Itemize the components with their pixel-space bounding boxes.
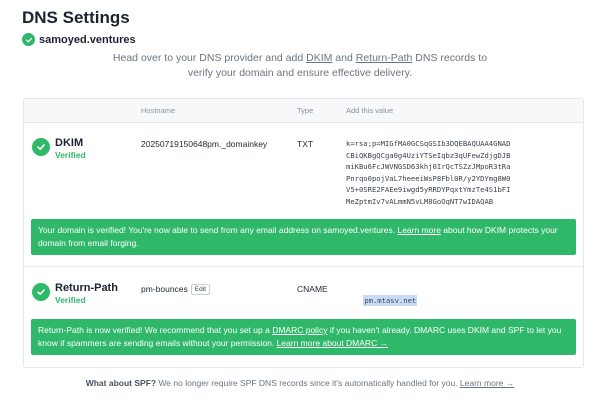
spf-footer: What about SPF? We no longer require SPF… (0, 378, 600, 388)
footer-title: What about SPF? (85, 378, 157, 388)
footer-text: We no longer require SPF DNS records sin… (156, 378, 460, 388)
dkim-link[interactable]: DKIM (306, 52, 332, 64)
return-path-verified-banner: Return-Path is now verified! We recommen… (31, 319, 576, 355)
return-path-hostname[interactable]: pm-bounces (141, 284, 188, 294)
edit-hostname-button[interactable]: Edit (190, 284, 210, 295)
column-header-type: Type (297, 106, 314, 115)
domain-badge-icon (22, 33, 35, 46)
return-path-link[interactable]: Return-Path (356, 52, 413, 64)
banner-text: Your domain is verified! You're now able… (38, 225, 398, 235)
table-header: Hostname Type Add this value (24, 99, 583, 123)
banner-text-line2: domain from email forging. (38, 238, 139, 248)
banner-text-line2: know if spammers are sending emails with… (38, 338, 277, 348)
row-divider (24, 266, 583, 267)
dkim-verified-banner: Your domain is verified! You're now able… (31, 219, 576, 255)
intro-text-part: DNS records to (412, 52, 488, 64)
return-path-value-cell: pm.mtasv.net (346, 283, 418, 318)
domain-label: samoyed.ventures (22, 33, 136, 46)
domain-name: samoyed.ventures (39, 33, 136, 46)
page-title: DNS Settings (22, 8, 130, 27)
return-path-type: CNAME (297, 284, 328, 294)
dkim-record-name: DKIM Verified (32, 137, 86, 161)
record-title: DKIM (55, 137, 84, 149)
banner-text: if you haven't already. DMARC uses DKIM … (327, 325, 562, 335)
intro-text-part: Head over to your DNS provider and add (112, 52, 307, 64)
column-header-hostname: Hostname (141, 106, 176, 115)
record-title: Return-Path (55, 282, 118, 294)
check-circle-icon (32, 283, 50, 301)
column-header-value: Add this value (346, 106, 394, 115)
dkim-type: TXT (297, 139, 314, 149)
return-path-hostname-cell: pm-bounces Edit (141, 284, 210, 295)
intro-text-line2: verify your domain and ensure effective … (187, 67, 413, 79)
learn-more-dmarc-link[interactable]: Learn more about DMARC → (277, 338, 389, 348)
dns-records-card: Hostname Type Add this value DKIM Verifi… (23, 98, 584, 368)
return-path-record-name: Return-Path Verified (32, 282, 118, 306)
spf-learn-more-link[interactable]: Learn more → (460, 378, 514, 388)
banner-text: Return-Path is now verified! We recommen… (38, 325, 273, 335)
record-status: Verified (55, 295, 86, 305)
check-circle-icon (32, 138, 50, 156)
dkim-value[interactable]: k=rsa;p=MIGfMA0GCSqGSIb3DQEBAQUAA4GNAD C… (346, 138, 510, 207)
dkim-learn-more-link[interactable]: Learn more (397, 225, 440, 235)
intro-text: Head over to your DNS provider and add D… (0, 51, 600, 81)
return-path-value[interactable]: pm.mtasv.net (363, 294, 418, 306)
intro-text-part: and (332, 52, 356, 64)
dmarc-policy-link[interactable]: DMARC policy (272, 325, 327, 335)
record-status: Verified (55, 150, 86, 160)
banner-text: about how DKIM protects your (440, 225, 558, 235)
dkim-hostname[interactable]: 20250719150648pm._domainkey (141, 139, 267, 149)
